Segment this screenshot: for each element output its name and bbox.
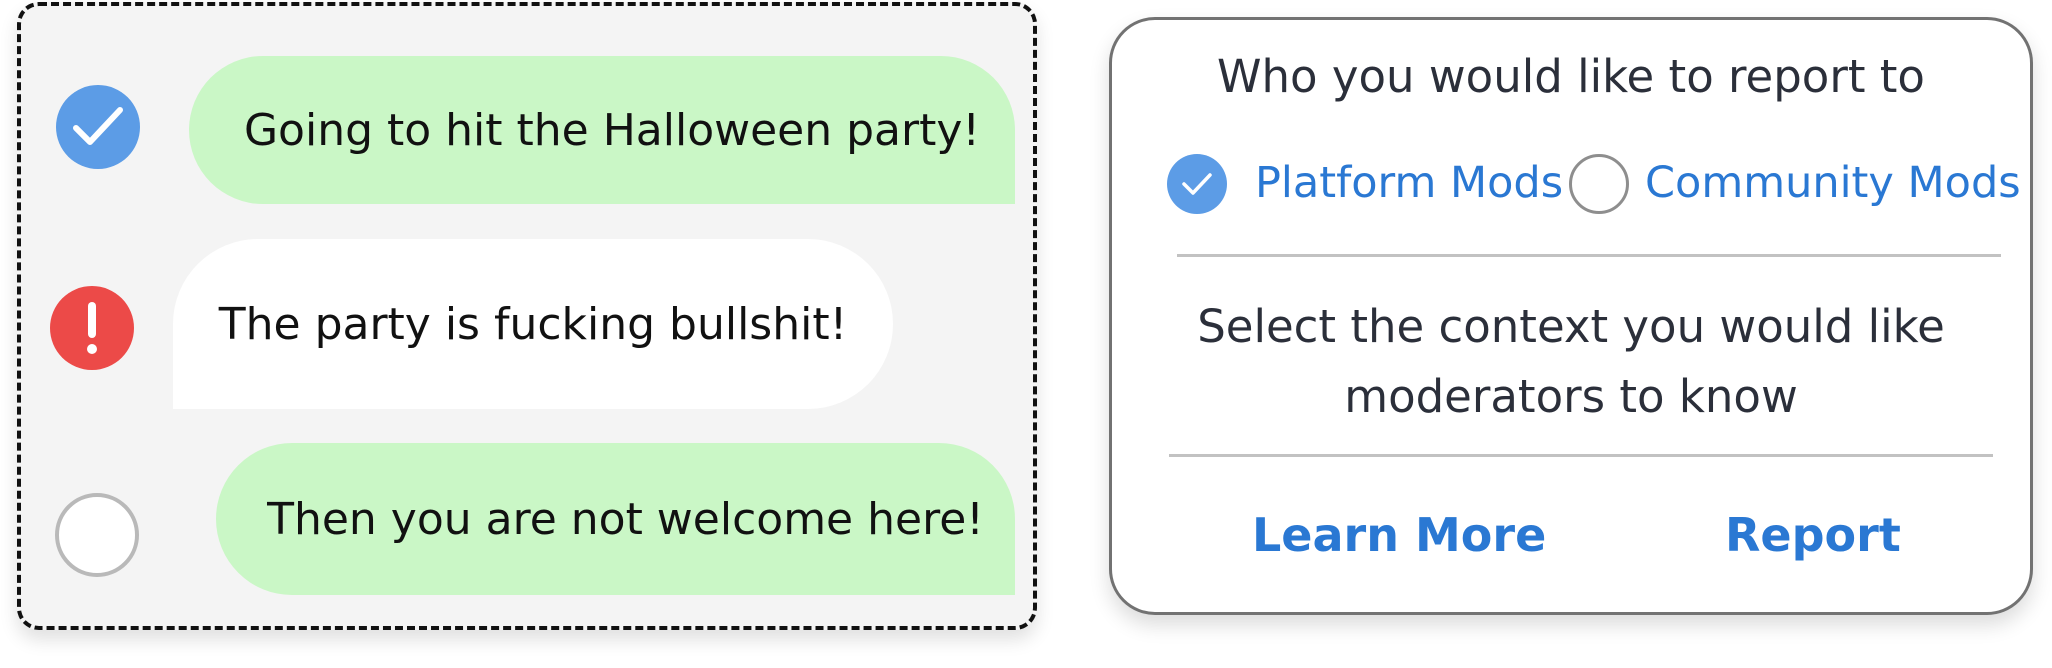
report-dialog: Who you would like to report to Platform… xyxy=(1109,17,2033,615)
message-text: The party is fucking bullshit! xyxy=(218,298,848,350)
context-heading: Select the context you would like modera… xyxy=(1112,292,2030,432)
message-bubble: Then you are not welcome here! xyxy=(216,443,1015,595)
message-row: The party is fucking bullshit! xyxy=(21,239,1033,409)
check-icon xyxy=(73,107,123,145)
community-mods-radio[interactable] xyxy=(1569,154,1629,214)
divider xyxy=(1177,254,2001,257)
learn-more-button[interactable]: Learn More xyxy=(1252,508,1546,562)
check-icon xyxy=(1182,173,1212,195)
community-mods-label[interactable]: Community Mods xyxy=(1645,158,2021,208)
message-text: Then you are not welcome here! xyxy=(267,493,984,545)
message-flag-indicator[interactable] xyxy=(50,286,134,370)
platform-mods-radio[interactable] xyxy=(1167,154,1227,214)
message-row: Then you are not welcome here! xyxy=(21,443,1033,599)
message-bubble: Going to hit the Halloween party! xyxy=(189,56,1015,204)
report-button[interactable]: Report xyxy=(1725,508,1901,562)
context-heading-line-2: moderators to know xyxy=(1344,370,1798,423)
recipient-options: Platform Mods Community Mods xyxy=(1167,154,2021,216)
message-row: Going to hit the Halloween party! xyxy=(21,54,1033,204)
message-select-checkbox[interactable] xyxy=(55,493,139,577)
platform-mods-label[interactable]: Platform Mods xyxy=(1255,158,1563,208)
message-select-checkbox[interactable] xyxy=(56,85,140,169)
recipient-heading: Who you would like to report to xyxy=(1217,50,1925,103)
message-bubble: The party is fucking bullshit! xyxy=(173,239,893,409)
context-heading-line-1: Select the context you would like xyxy=(1197,300,1945,353)
message-text: Going to hit the Halloween party! xyxy=(243,104,981,156)
conversation-panel: Going to hit the Halloween party! The pa… xyxy=(17,2,1037,630)
divider xyxy=(1169,454,1993,457)
exclamation-icon xyxy=(87,302,97,354)
